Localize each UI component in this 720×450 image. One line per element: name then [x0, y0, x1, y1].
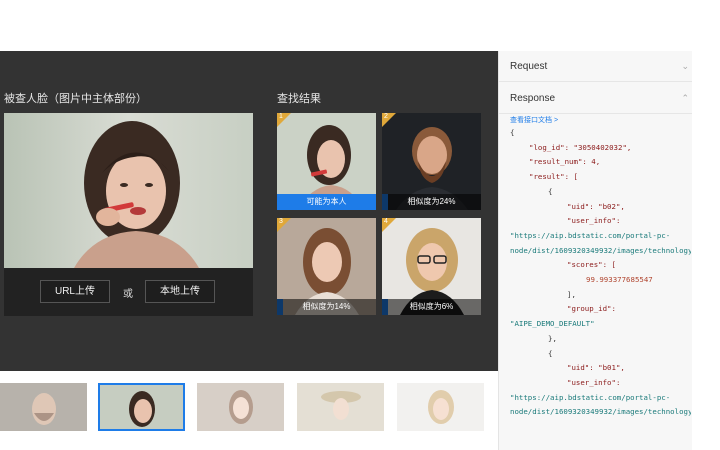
result-caption: 相似度为6% [382, 299, 481, 315]
local-upload-button[interactable]: 本地上传 [145, 280, 215, 303]
code-line: "user_info": [567, 377, 621, 387]
page-margin [692, 51, 720, 450]
code-line: "scores": [ [567, 260, 616, 270]
code-line: }, [548, 333, 557, 343]
result-card[interactable]: 2 相似度为24% [382, 113, 481, 210]
rank-number: 4 [384, 218, 388, 225]
result-card[interactable]: 3 相似度为14% [277, 218, 376, 315]
code-line: "log_id": "3050402032", [529, 142, 632, 152]
query-image-panel: URL上传 或 本地上传 [4, 113, 253, 316]
api-panel: Request ⌄ Response ⌃ 查看接口文档 > { "log_id"… [498, 51, 693, 450]
code-line: node/dist/1609320349932/images/technolog… [510, 245, 691, 255]
code-line: "https://aip.bdstatic.com/portal-pc- [510, 392, 671, 402]
code-line: "result": [ [529, 172, 578, 182]
code-line: "user_info": [567, 216, 621, 226]
response-json: { "log_id": "3050402032", "result_num": … [510, 126, 691, 420]
code-line: "group_id": [567, 304, 616, 314]
response-section-toggle[interactable]: Response ⌃ [499, 83, 693, 114]
request-section-toggle[interactable]: Request ⌄ [499, 51, 693, 82]
request-label: Request [510, 61, 548, 72]
sample-thumbnail[interactable] [397, 383, 484, 431]
result-caption: 相似度为24% [382, 194, 481, 210]
response-label: Response [510, 93, 556, 104]
rank-number: 2 [384, 113, 388, 120]
code-line: { [548, 186, 553, 196]
chevron-down-icon: ⌄ [681, 61, 689, 71]
sample-thumbnail[interactable] [197, 383, 284, 431]
result-caption: 相似度为14% [277, 299, 376, 315]
api-doc-link[interactable]: 查看接口文档 > [510, 115, 558, 125]
code-line: node/dist/1609320349932/images/technolog… [510, 407, 691, 417]
sample-thumbnail[interactable] [297, 383, 384, 431]
query-section-title: 被查人脸（图片中主体部份） [4, 93, 147, 105]
sample-thumbnail[interactable] [0, 383, 87, 431]
code-line: ], [567, 289, 576, 299]
code-line: "AIPE_DEMO_DEFAULT" [510, 319, 595, 329]
sample-thumbnail-selected[interactable] [98, 383, 185, 431]
or-label: 或 [123, 289, 133, 300]
code-line: 99.993377685547 [586, 275, 653, 285]
code-line: "https://aip.bdstatic.com/portal-pc- [510, 230, 671, 240]
query-face-image [4, 113, 253, 268]
code-line: "uid": "b02", [567, 201, 625, 211]
result-caption: 可能为本人 [277, 194, 376, 210]
code-line: "result_num": 4, [529, 157, 601, 167]
url-upload-button[interactable]: URL上传 [40, 280, 110, 303]
rank-number: 3 [279, 218, 283, 225]
result-card[interactable]: 1 可能为本人 [277, 113, 376, 210]
result-card[interactable]: 4 相似度为6% [382, 218, 481, 315]
rank-number: 1 [279, 113, 283, 120]
code-line: { [548, 348, 553, 358]
result-section-title: 查找结果 [277, 93, 321, 105]
face-search-demo-page: 被查人脸（图片中主体部份） 查找结果 URL上传 或 本地上传 1 可能为本人 … [0, 0, 720, 450]
sample-image-strip [0, 371, 498, 450]
chevron-up-icon: ⌃ [681, 93, 689, 103]
code-line: "uid": "b01", [567, 363, 625, 373]
code-line: { [510, 128, 515, 137]
